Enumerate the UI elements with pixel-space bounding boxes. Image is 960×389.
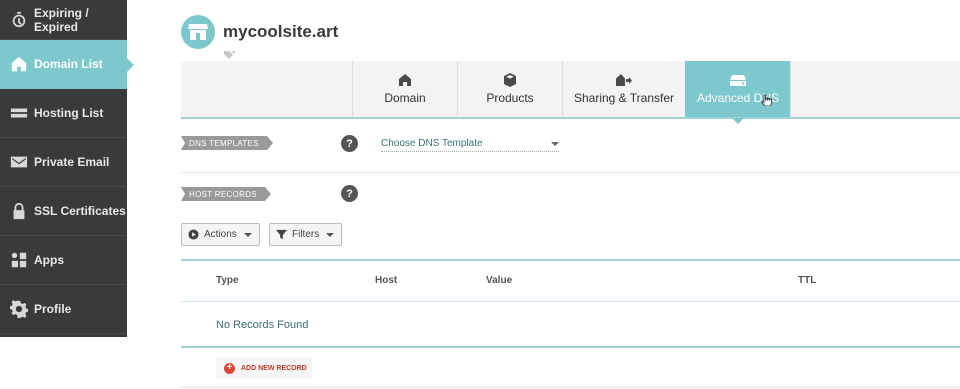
home-icon [10, 55, 28, 73]
gear-icon [10, 300, 28, 318]
host-records-label: HOST RECORDS [181, 187, 271, 201]
column-header-ttl[interactable]: TTL [798, 275, 816, 286]
share-transfer-icon [616, 73, 632, 87]
tab-label: Domain [384, 91, 426, 105]
dns-templates-label: DNS TEMPLATES [181, 136, 273, 150]
column-header-host[interactable]: Host [375, 275, 397, 286]
sidebar-item-label: Private Email [34, 155, 110, 169]
filter-icon [276, 229, 287, 240]
sidebar-item-hosting-list[interactable]: Hosting List [0, 89, 127, 138]
sidebar-item-expiring[interactable]: Expiring / Expired [0, 0, 127, 40]
chevron-down-icon [551, 142, 559, 146]
table-top-border [181, 259, 960, 261]
chevron-down-icon [243, 232, 252, 237]
tab-label: Products [486, 91, 534, 105]
column-header-type[interactable]: Type [216, 275, 239, 286]
sidebar-item-ssl-certificates[interactable]: SSL Certificates [0, 187, 127, 236]
sidebar-item-apps[interactable]: Apps [0, 236, 127, 285]
filters-label: Filters [292, 229, 320, 240]
storefront-icon [181, 15, 215, 49]
sidebar: Expiring / Expired Domain List Hosting L… [0, 0, 134, 337]
section-divider [181, 172, 960, 173]
tab-advanced-dns[interactable]: Advanced DNS [685, 61, 790, 124]
sidebar-item-domain-list[interactable]: Domain List [0, 40, 134, 89]
play-circle-icon [188, 229, 199, 240]
dns-template-select-value: Choose DNS Template [381, 138, 483, 149]
sidebar-item-label: Profile [34, 302, 72, 316]
tab-sharing-transfer[interactable]: Sharing & Transfer [562, 61, 685, 117]
sidebar-item-private-email[interactable]: Private Email [0, 138, 127, 187]
column-header-value[interactable]: Value [486, 275, 512, 286]
hand-cursor-icon [761, 93, 773, 107]
add-new-record-label: ADD NEW RECORD [241, 364, 307, 372]
empty-records-message: No Records Found [216, 319, 309, 331]
stopwatch-icon [10, 11, 28, 29]
tab-domain[interactable]: Domain [352, 61, 457, 117]
sidebar-item-label: Expiring / Expired [34, 5, 89, 34]
box-icon [502, 73, 518, 87]
page-title: mycoolsite.art [223, 22, 339, 41]
dns-template-select[interactable]: Choose DNS Template [381, 136, 559, 152]
tabs-filler [790, 61, 960, 117]
sidebar-item-label: Hosting List [34, 106, 104, 120]
sidebar-item-label: SSL Certificates [34, 204, 126, 218]
sidebar-item-label: Apps [34, 253, 64, 267]
actions-dropdown-button[interactable]: Actions [181, 223, 260, 246]
tabs-bar: Domain Products Sharing & Transfer Advan… [181, 61, 960, 124]
sidebar-item-profile[interactable]: Profile [0, 285, 127, 334]
actions-label: Actions [204, 229, 237, 240]
plus-circle-icon: + [224, 362, 235, 374]
table-bottom-border [181, 346, 960, 348]
table-header-divider [181, 301, 960, 302]
footer-divider [181, 387, 960, 388]
apps-icon [10, 251, 28, 269]
filters-dropdown-button[interactable]: Filters [269, 223, 343, 246]
sidebar-item-label: Domain List [34, 57, 103, 71]
lock-icon [10, 202, 28, 220]
dns-server-icon [730, 73, 746, 87]
tab-products[interactable]: Products [457, 61, 562, 117]
add-new-record-button[interactable]: + ADD NEW RECORD [216, 357, 312, 379]
dns-templates-help-icon[interactable]: ? [341, 135, 358, 152]
tab-label: Sharing & Transfer [573, 91, 675, 105]
home-icon [397, 73, 413, 87]
envelope-icon [10, 153, 28, 171]
host-records-help-icon[interactable]: ? [341, 185, 358, 202]
tag-add-icon[interactable] [224, 47, 236, 59]
server-icon [10, 104, 28, 122]
chevron-down-icon [326, 232, 335, 237]
